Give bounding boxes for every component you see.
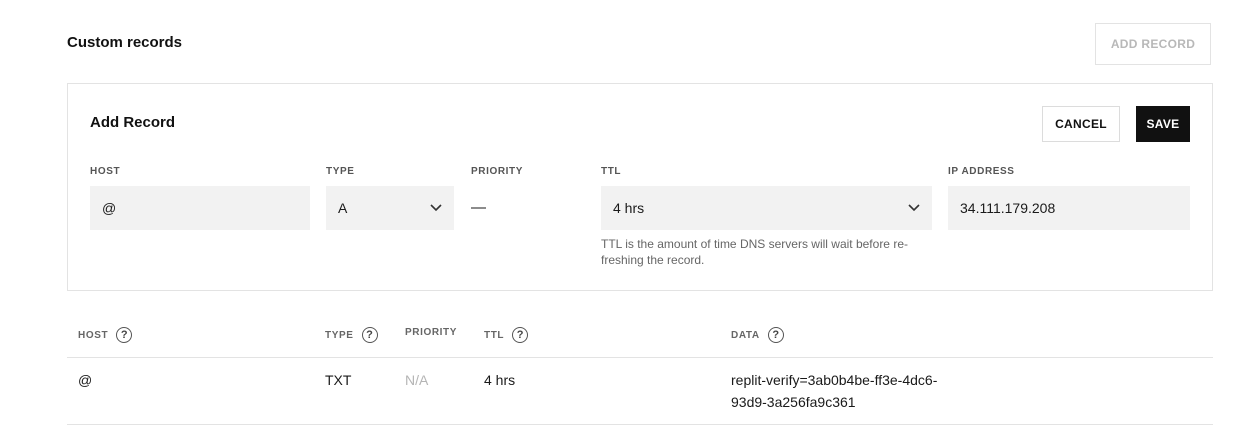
row-type: TXT bbox=[325, 372, 352, 388]
col-header-type-label: TYPE bbox=[325, 329, 354, 341]
cancel-button[interactable]: CANCEL bbox=[1042, 106, 1120, 142]
col-header-priority: PRIORITY bbox=[405, 327, 457, 338]
add-record-button[interactable]: ADD RECORD bbox=[1095, 23, 1211, 65]
type-label: TYPE bbox=[326, 166, 355, 177]
help-icon[interactable]: ? bbox=[512, 327, 529, 343]
help-icon[interactable]: ? bbox=[361, 327, 378, 343]
priority-label: PRIORITY bbox=[471, 166, 524, 177]
row-host: @ bbox=[78, 372, 93, 388]
row-ttl: 4 hrs bbox=[484, 372, 516, 388]
col-header-type: TYPE ? bbox=[325, 327, 378, 343]
ip-address-value: 34.111.179.208 bbox=[960, 200, 1056, 216]
col-header-priority-label: PRIORITY bbox=[405, 327, 458, 338]
type-select[interactable]: A bbox=[326, 186, 454, 230]
host-label: HOST bbox=[90, 166, 121, 177]
ttl-label: TTL bbox=[601, 166, 622, 177]
col-header-data-label: DATA bbox=[731, 329, 760, 341]
ttl-help-text: TTL is the amount of time DNS servers wi… bbox=[601, 237, 908, 267]
ttl-select-value: 4 hrs bbox=[613, 200, 645, 216]
row-data: replit-verify=3ab0b4be-ff3e-4dc6-93d9-3a… bbox=[731, 372, 938, 410]
chevron-down-icon bbox=[430, 204, 442, 212]
ttl-select[interactable]: 4 hrs bbox=[601, 186, 932, 230]
section-title: Custom records bbox=[67, 34, 183, 51]
table-header-divider bbox=[67, 357, 1213, 358]
row-priority: N/A bbox=[405, 372, 429, 388]
help-icon[interactable]: ? bbox=[116, 327, 133, 343]
col-header-ttl-label: TTL bbox=[484, 329, 505, 341]
ip-address-input[interactable]: 34.111.179.208 bbox=[948, 186, 1190, 230]
col-header-host-label: HOST bbox=[78, 329, 109, 341]
host-input-value: @ bbox=[102, 200, 117, 216]
panel-title: Add Record bbox=[90, 114, 176, 131]
col-header-host: HOST ? bbox=[78, 327, 133, 343]
col-header-ttl: TTL ? bbox=[484, 327, 529, 343]
host-input[interactable]: @ bbox=[90, 186, 310, 230]
save-button[interactable]: SAVE bbox=[1136, 106, 1190, 142]
priority-value: — bbox=[471, 199, 486, 216]
type-select-value: A bbox=[338, 200, 348, 216]
chevron-down-icon bbox=[908, 204, 920, 212]
help-icon[interactable]: ? bbox=[767, 327, 784, 343]
table-row-divider bbox=[67, 424, 1213, 425]
col-header-data: DATA ? bbox=[731, 327, 784, 343]
ip-address-label: IP ADDRESS bbox=[948, 166, 1015, 177]
